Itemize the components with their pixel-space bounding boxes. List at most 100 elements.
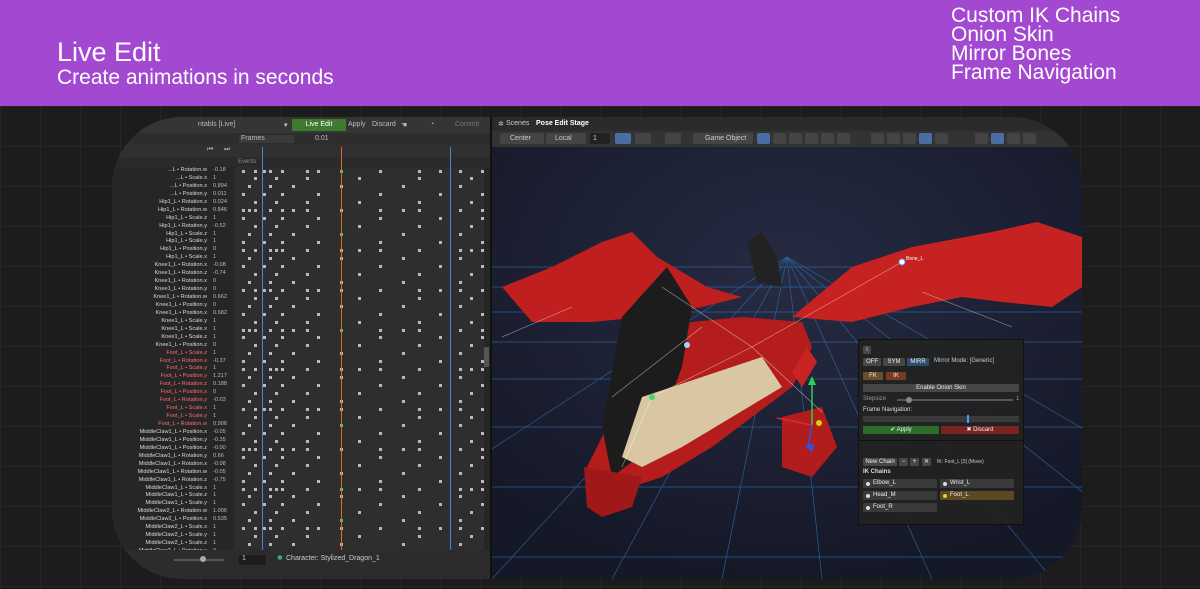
property-row[interactable]: Foot_L • Position.x 0 [112, 389, 490, 397]
property-value[interactable]: 0.011 [213, 191, 227, 197]
property-row[interactable]: MiddleClaw1_L • Scale.y 1 [112, 500, 490, 508]
property-value[interactable]: -0.08 [213, 461, 226, 467]
property-row[interactable]: Foot_L • Position.y 1.217 [112, 373, 490, 381]
apply-button[interactable]: Apply [348, 121, 366, 128]
property-value[interactable]: 0.894 [213, 183, 227, 189]
property-row[interactable]: MiddleClaw1_L • Scale.x 1 [112, 485, 490, 493]
shading-mode-icon[interactable] [919, 133, 932, 144]
property-row[interactable]: MiddleClaw1_L • Position.y -0.35 [112, 437, 490, 445]
property-value[interactable]: -0.37 [213, 358, 226, 364]
property-value[interactable]: 1 [213, 492, 216, 498]
bone-handle[interactable] [898, 258, 906, 266]
clock-icon[interactable]: ◔ [430, 121, 434, 128]
property-row[interactable]: MiddleClaw1_L • Scale.z 1 [112, 492, 490, 500]
ik-chain-item-selected[interactable]: Foot_L [940, 491, 1014, 500]
property-value[interactable]: -0.03 [213, 397, 226, 403]
property-row[interactable]: Knee1_L • Rotation.x 0 [112, 278, 490, 286]
property-value[interactable]: 0 [213, 278, 216, 284]
discard-button[interactable]: Discard [372, 121, 396, 128]
grid-toggle-icon[interactable] [615, 133, 631, 144]
add-chain-button[interactable]: + [910, 458, 919, 466]
property-value[interactable]: -0.05 [213, 469, 226, 475]
property-value[interactable]: 1 [213, 405, 216, 411]
property-row[interactable]: Knee1_L • Position.x 0.682 [112, 310, 490, 318]
property-row[interactable]: Knee1_L • Scale.x 1 [112, 326, 490, 334]
zoom-slider[interactable] [174, 559, 224, 561]
transform-tool-icon[interactable] [837, 133, 850, 144]
tools-icon[interactable] [1007, 133, 1020, 144]
property-row[interactable]: Foot_L • Rotation.x -0.37 [112, 358, 490, 366]
property-value[interactable]: -0.75 [213, 477, 226, 483]
property-value[interactable]: 1 [213, 365, 216, 371]
property-row[interactable]: Foot_L • Rotation.y -0.03 [112, 397, 490, 405]
property-row[interactable]: MiddleClaw1_L • Position.z -0.00 [112, 445, 490, 453]
stepsize-handle[interactable] [905, 397, 912, 403]
shading-wire-icon[interactable] [871, 133, 884, 144]
fk-button[interactable]: FK [863, 372, 883, 380]
property-value[interactable]: 1 [213, 231, 216, 237]
property-value[interactable]: 0.535 [213, 516, 227, 522]
snap-toggle-icon[interactable] [635, 133, 651, 144]
ik-chain-item[interactable]: Wrist_L [940, 479, 1014, 488]
property-value[interactable]: 0.682 [213, 310, 227, 316]
property-value[interactable]: 0.188 [213, 381, 227, 387]
property-row[interactable]: MiddleClaw2_L • Scale.z 1 [112, 540, 490, 548]
property-value[interactable]: 1 [213, 175, 216, 181]
property-value[interactable]: 0.662 [213, 294, 227, 300]
mirror-mirr-button[interactable]: MIRR [907, 358, 929, 366]
property-row[interactable]: Hip1_L • Rotation.x 0.024 [112, 199, 490, 207]
ik-chain-item[interactable]: Head_M [863, 491, 937, 500]
property-row[interactable]: Foot_L • Rotation.z 0.188 [112, 381, 490, 389]
property-value[interactable]: 0.846 [213, 207, 227, 213]
property-row[interactable]: Knee1_L • Rotation.y 0 [112, 286, 490, 294]
property-row[interactable]: ...L • Position.y 0.011 [112, 191, 490, 199]
property-value[interactable]: 0.024 [213, 199, 227, 205]
property-row[interactable]: MiddleClaw1_L • Position.x -0.05 [112, 429, 490, 437]
property-row[interactable]: ...L • Position.x 0.894 [112, 183, 490, 191]
property-value[interactable]: 0 [213, 342, 216, 348]
property-row[interactable]: ...L • Scale.x 1 [112, 175, 490, 183]
property-row[interactable]: Knee1_L • Scale.z 1 [112, 334, 490, 342]
pointer-icon[interactable]: ☚ [401, 121, 407, 129]
mirror-off-button[interactable]: OFF [863, 358, 881, 366]
property-row[interactable]: Hip1_L • Scale.x 1 [112, 254, 490, 262]
frame-nav-track[interactable] [863, 415, 1019, 423]
frame-value[interactable]: 0.01 [315, 135, 329, 142]
property-value[interactable]: 1 [213, 500, 216, 506]
new-chain-button[interactable]: New Chain [863, 458, 897, 466]
camera-icon[interactable] [665, 133, 681, 144]
property-value[interactable]: 0 [213, 389, 216, 395]
settings-icon[interactable] [1023, 133, 1036, 144]
commit-button[interactable]: Commit [455, 121, 479, 128]
property-value[interactable]: 1 [213, 413, 216, 419]
apply-pose-button[interactable]: ✔ Apply [863, 426, 939, 434]
property-row[interactable]: Hip1_L • Scale.z 1 [112, 231, 490, 239]
bone-handle[interactable] [649, 394, 655, 400]
property-value[interactable]: 1 [213, 318, 216, 324]
shading-lit-icon[interactable] [903, 133, 916, 144]
property-row[interactable]: Hip1_L • Rotation.y -0.52 [112, 223, 490, 231]
close-chain-button[interactable]: ✕ [922, 458, 931, 466]
property-value[interactable]: 1 [213, 540, 216, 546]
property-value[interactable]: -0.74 [213, 270, 226, 276]
property-row[interactable]: Knee1_L • Position.z 0 [112, 342, 490, 350]
property-value[interactable]: 1 [213, 485, 216, 491]
clip-name[interactable]: ntabls [Live] [198, 121, 235, 128]
stepsize-slider[interactable] [897, 397, 1013, 403]
rect-tool-icon[interactable] [821, 133, 834, 144]
property-row[interactable]: Foot_L • Scale.y 1 [112, 413, 490, 421]
property-value[interactable]: 1 [213, 254, 216, 260]
prev-key-icon[interactable]: ⏮ [207, 146, 213, 154]
property-row[interactable]: Hip1_L • Scale.y 1 [112, 238, 490, 246]
move-tool-icon[interactable] [773, 133, 786, 144]
property-value[interactable]: -0.05 [213, 429, 226, 435]
property-value[interactable]: 1 [213, 334, 216, 340]
property-row[interactable]: Knee1_L • Rotation.x -0.08 [112, 262, 490, 270]
property-row[interactable]: Hip1_L • Scale.z 1 [112, 215, 490, 223]
character-label[interactable]: Character: Stylized_Dragon_1 [286, 555, 380, 562]
property-row[interactable]: MiddleClaw1_L • Rotation.z -0.75 [112, 477, 490, 485]
property-value[interactable]: -0.52 [213, 223, 226, 229]
property-value[interactable]: 1 [213, 215, 216, 221]
shading-shaded-icon[interactable] [887, 133, 900, 144]
gizmo-icon[interactable] [991, 133, 1004, 144]
